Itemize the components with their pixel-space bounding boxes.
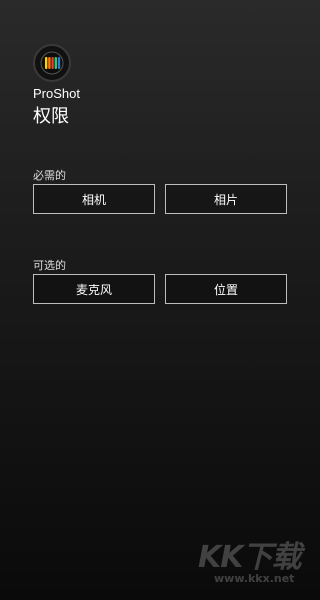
- camera-permission-button[interactable]: 相机: [33, 184, 155, 214]
- proshot-logo-bars: [40, 51, 64, 75]
- photos-permission-button[interactable]: 相片: [165, 184, 287, 214]
- proshot-logo-icon: [33, 44, 71, 82]
- optional-section-label: 可选的: [33, 259, 66, 272]
- required-section-label: 必需的: [33, 169, 66, 182]
- watermark-url: www.kkx.net: [214, 572, 295, 585]
- page-title: 权限: [33, 106, 69, 127]
- watermark-text: KK下载: [198, 540, 301, 575]
- app-name: ProShot: [33, 86, 80, 101]
- microphone-permission-button[interactable]: 麦克风: [33, 274, 155, 304]
- kk-watermark: KK下载 www.kkx.net: [198, 532, 308, 592]
- location-permission-button[interactable]: 位置: [165, 274, 287, 304]
